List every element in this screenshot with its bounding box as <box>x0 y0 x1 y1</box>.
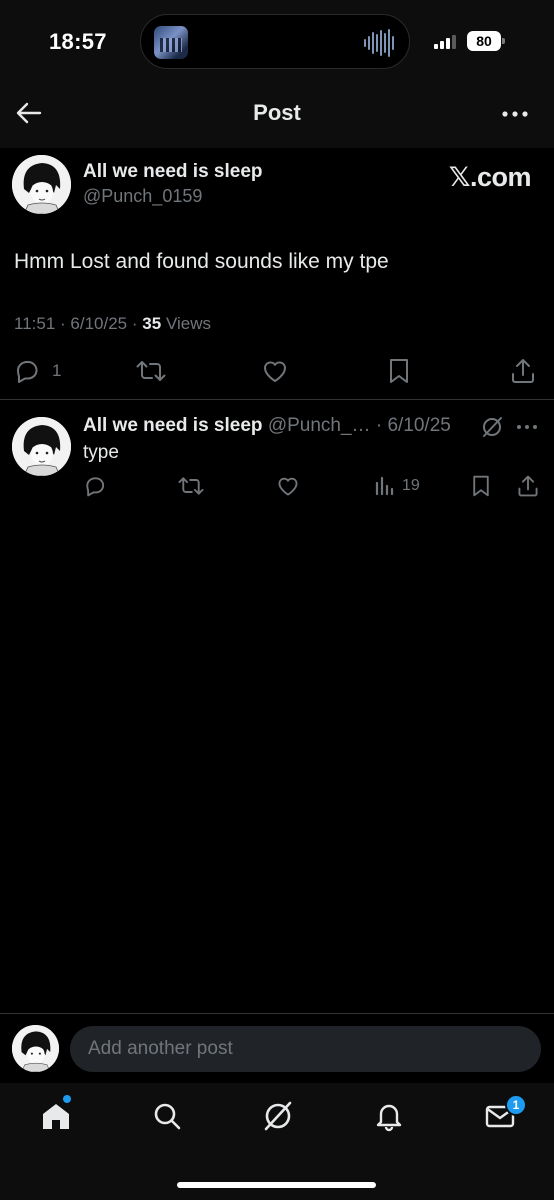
meta-separator: · <box>131 314 138 333</box>
avatar[interactable] <box>12 417 71 476</box>
post-time: 11:51 <box>14 314 56 333</box>
like-button[interactable] <box>276 473 300 499</box>
analytics-icon <box>375 476 394 496</box>
views-count: 19 <box>402 477 420 494</box>
battery-icon: 80 <box>467 31 505 51</box>
bookmark-icon <box>390 359 408 383</box>
repost-button[interactable] <box>177 473 205 499</box>
status-time: 18:57 <box>49 29 107 54</box>
signal-icon <box>434 35 456 49</box>
tab-home[interactable] <box>40 1100 72 1132</box>
x-com-watermark: 𝕏.com <box>448 162 532 192</box>
like-button[interactable] <box>261 356 289 386</box>
repost-icon <box>178 477 204 495</box>
author-handle[interactable]: @Punch_… <box>268 415 371 436</box>
views-button[interactable]: 19 <box>374 473 420 499</box>
reply-headline: All we need is sleep @Punch_… · 6/10/25 <box>83 415 451 437</box>
reply-action-bar: 19 <box>0 471 554 501</box>
home-unread-dot <box>63 1095 71 1103</box>
views-count[interactable]: 35 <box>142 314 161 333</box>
home-indicator[interactable] <box>177 1182 376 1188</box>
avatar[interactable] <box>12 1025 59 1072</box>
messages-badge: 1 <box>505 1094 527 1116</box>
reply-icon <box>86 477 105 497</box>
grok-icon[interactable] <box>480 415 504 439</box>
reply-button[interactable]: 1 <box>13 356 61 386</box>
author-handle[interactable]: @Punch_0159 <box>83 186 202 207</box>
grok-icon <box>264 1101 292 1131</box>
reply-icon <box>17 361 38 383</box>
author-name[interactable]: All we need is sleep <box>83 415 263 436</box>
post-header: Post <box>0 76 554 148</box>
add-post-input[interactable]: Add another post <box>70 1026 541 1072</box>
share-icon <box>518 475 538 497</box>
meta-separator: · <box>375 415 383 436</box>
author-name[interactable]: All we need is sleep <box>83 161 263 183</box>
page-title: Post <box>253 100 301 125</box>
share-icon <box>512 359 534 383</box>
heart-icon <box>278 477 298 496</box>
reply-button[interactable] <box>83 473 107 499</box>
more-horizontal-icon[interactable] <box>516 423 538 431</box>
reply-post[interactable]: All we need is sleep @Punch_… · 6/10/25 … <box>0 401 554 516</box>
share-button[interactable] <box>516 473 540 499</box>
share-button[interactable] <box>509 356 537 386</box>
search-icon <box>154 1103 181 1130</box>
more-horizontal-icon[interactable] <box>500 104 530 124</box>
bell-icon <box>376 1104 402 1132</box>
post-text: Hmm Lost and found sounds like my tpe <box>14 250 389 273</box>
meta-separator: · <box>60 314 66 333</box>
views-label[interactable]: Views <box>166 314 211 333</box>
post-date: 6/10/25 <box>70 314 128 333</box>
repost-button[interactable] <box>135 356 167 386</box>
main-post: All we need is sleep @Punch_0159 𝕏.com H… <box>0 148 554 400</box>
post-date: 6/10/25 <box>387 415 451 436</box>
now-playing-artwork[interactable] <box>154 26 188 59</box>
reply-count: 1 <box>52 361 62 380</box>
bookmark-button[interactable] <box>470 473 492 499</box>
tab-grok[interactable] <box>262 1100 294 1132</box>
battery-level: 80 <box>467 31 501 51</box>
avatar[interactable] <box>12 155 71 214</box>
bookmark-icon <box>473 475 489 497</box>
now-playing-waveform-icon <box>364 29 394 57</box>
post-action-bar: 1 <box>0 352 554 388</box>
home-icon <box>43 1104 69 1129</box>
reply-text: type <box>83 442 119 463</box>
repost-icon <box>136 361 166 381</box>
bookmark-button[interactable] <box>386 356 412 386</box>
dynamic-island[interactable] <box>140 14 410 69</box>
post-meta: 11:51 · 6/10/25 · 35 Views <box>14 314 211 334</box>
tab-search[interactable] <box>151 1100 183 1132</box>
heart-icon <box>263 361 287 382</box>
status-bar: 18:57 80 <box>0 0 554 76</box>
tab-notifications[interactable] <box>373 1100 405 1132</box>
reply-composer: Add another post <box>0 1013 554 1083</box>
bottom-tab-bar: 1 <box>0 1083 554 1200</box>
